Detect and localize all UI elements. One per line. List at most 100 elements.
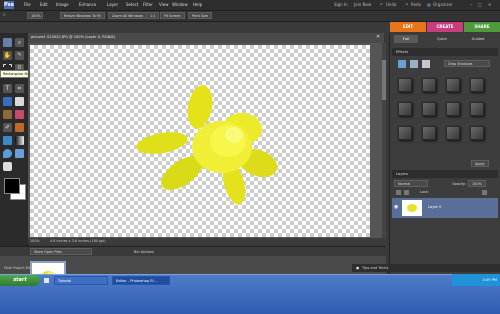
system-tray: 3:09 PM [452,274,500,286]
zoom-readout: 100% [30,239,40,243]
blend-mode-dropdown[interactable]: Normal [394,180,428,187]
lock-label: Lock: [420,190,429,194]
blur-tool-icon[interactable] [3,149,12,158]
bin-actions-menu[interactable]: Bin Actions [134,250,154,254]
organizer-button[interactable]: Organizer [433,2,453,7]
layer-name: Layer 0 [428,205,442,209]
tab-create[interactable]: CREATE [427,22,463,32]
paint-bucket-tool-icon[interactable] [3,136,12,145]
eraser-tool-icon[interactable] [15,110,24,119]
undo-icon[interactable]: ↶ [380,2,383,7]
actual-pixels-button[interactable]: 1:1 [146,12,160,19]
layer-thumbnail-flower [407,204,417,212]
effect-thumbnail[interactable] [446,126,460,140]
red-eye-tool-icon[interactable] [3,97,12,106]
smart-brush-tool-icon[interactable] [15,123,24,132]
clock: 3:09 PM [482,278,497,282]
effect-thumbnail[interactable] [470,126,484,140]
effect-thumbnail[interactable] [422,126,436,140]
hide-project-bin-toggle[interactable]: Hide Project Bin [4,265,31,271]
effect-thumbnail[interactable] [470,102,484,116]
tab-share[interactable]: SHARE [464,22,500,32]
effect-thumbnail[interactable] [446,78,460,92]
eyedropper-tool-icon[interactable]: ✎ [15,51,24,60]
tab-guided[interactable]: Guided [466,35,490,43]
effect-thumbnail[interactable] [398,78,412,92]
opacity-field[interactable]: 100% [468,180,486,187]
filters-icon[interactable] [398,60,406,68]
menu-filter[interactable]: Filter [143,2,153,7]
crop-tool-icon[interactable]: ⌗ [15,84,24,93]
effects-category-dropdown[interactable]: Drop Shadows [444,60,490,67]
resize-windows-checkbox[interactable]: Resize Windows To Fit [60,12,105,19]
lightbulb-icon: ● [356,266,360,270]
tips-link[interactable]: Tips and Tricks [362,264,388,272]
eye-icon[interactable]: ◉ [394,204,398,210]
join-now-link[interactable]: Join Now [354,2,371,7]
redo-button[interactable]: Redo [411,2,421,7]
menu-layer[interactable]: Layer [107,2,118,7]
print-size-button[interactable]: Print Size [188,12,212,19]
zoom-field[interactable]: 100% [27,12,43,19]
zoom-tool-icon[interactable]: ⌕ [15,38,24,47]
tab-quick[interactable]: Quick [430,35,454,43]
menu-enhance[interactable]: Enhance [79,2,96,7]
new-layer-icon[interactable] [396,190,401,195]
foreground-color-swatch[interactable] [4,178,20,194]
effects-header[interactable]: Effects [392,48,498,56]
quick-launch-icon[interactable] [44,278,49,283]
menu-view[interactable]: View [159,2,169,7]
menu-window[interactable]: Window [172,2,188,7]
sign-in-link[interactable]: Sign In [334,2,348,7]
opacity-label: Opacity: [452,182,466,186]
zoom-all-windows-checkbox[interactable]: Zoom All Windows [108,12,148,19]
effect-thumbnail[interactable] [446,102,460,116]
tab-full[interactable]: Full [394,35,418,43]
sponge-tool-icon[interactable] [15,149,24,158]
effect-thumbnail[interactable] [398,102,412,116]
zoom-tool-icon: ⌕ [3,12,6,18]
close-document-icon[interactable]: ✕ [376,34,380,40]
menu-image[interactable]: Image [56,2,69,7]
maximize-icon[interactable]: □ [478,2,482,7]
document-title: picture1 013022.JPG @ 100% (Layer 0, RGB… [31,35,115,39]
effect-thumbnail[interactable] [398,126,412,140]
effect-thumbnail[interactable] [470,78,484,92]
menu-file[interactable]: File [24,2,31,7]
clone-stamp-tool-icon[interactable] [3,110,12,119]
vertical-scroll-thumb[interactable] [382,60,386,100]
photo-effects-icon[interactable] [422,60,430,68]
start-button[interactable]: start [0,275,40,286]
trash-icon[interactable] [482,190,487,195]
menu-edit[interactable]: Edit [40,2,48,7]
type-tool-icon[interactable]: T [3,84,12,93]
layer-row[interactable]: ◉ Layer 0 [392,198,498,218]
layer-adjustment-icon[interactable] [404,190,409,195]
minimize-icon[interactable]: – [470,2,472,7]
close-icon[interactable]: ✕ [488,2,491,7]
layers-header[interactable]: Layers [392,170,498,178]
move-tool-icon[interactable] [3,38,12,47]
menu-help[interactable]: Help [193,2,202,7]
hand-tool-icon[interactable]: ✋ [3,51,12,60]
menu-select[interactable]: Select [126,2,138,7]
apply-button[interactable]: Apply [471,160,489,167]
menu-bar: Pse File Edit Image Enhance Layer Select… [0,0,500,11]
effect-thumbnail[interactable] [422,102,436,116]
undo-button[interactable]: Undo [386,2,396,7]
document-dimensions: 4.8 inches x 3.6 inches (180 ppi) [50,239,106,243]
taskbar-item-tutorial[interactable]: Tutorial [54,276,108,285]
fit-screen-button[interactable]: Fit Screen [160,12,185,19]
brush-tool-icon[interactable]: ✐ [3,123,12,132]
effect-thumbnail[interactable] [422,78,436,92]
options-bar: ⌕ 100% Resize Windows To Fit Zoom All Wi… [0,11,500,22]
layer-styles-icon[interactable] [410,60,418,68]
healing-brush-tool-icon[interactable] [15,97,24,106]
show-open-files-dropdown[interactable]: Show Open Files [30,248,92,255]
gradient-tool-icon[interactable] [15,136,24,145]
tab-edit[interactable]: EDIT [390,22,426,32]
redo-icon[interactable]: ↷ [405,2,408,7]
taskbar-item-editor[interactable]: Editor - Photoshop El... [112,276,170,285]
shape-tool-icon[interactable] [3,162,12,171]
organizer-icon[interactable]: ▦ [427,2,431,7]
